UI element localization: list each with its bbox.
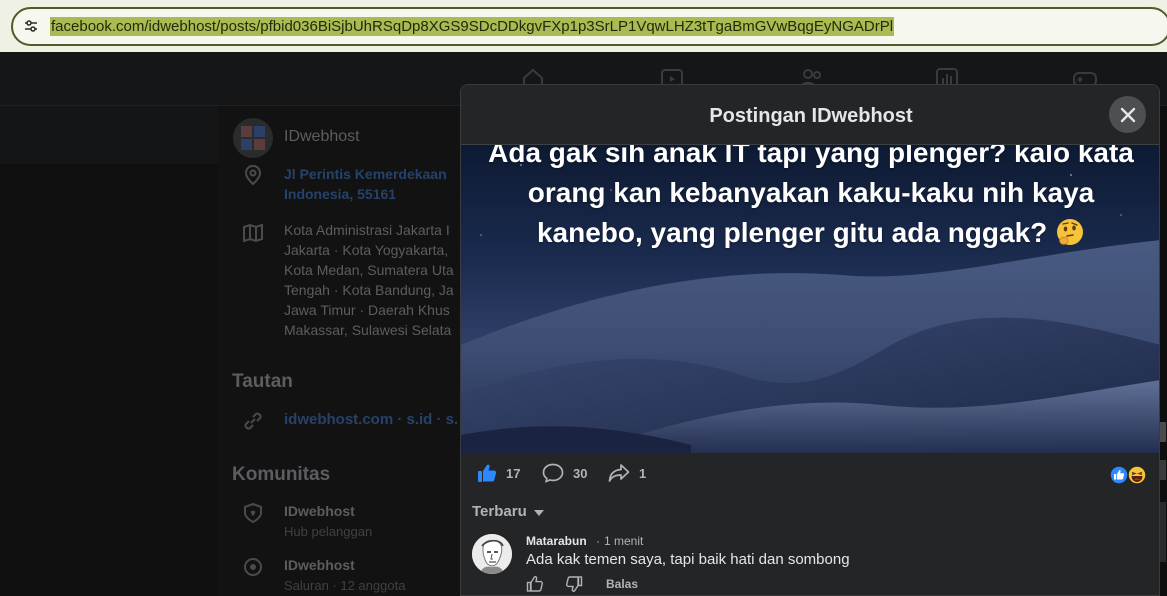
- browser-toolbar: facebook.com/idwebhost/posts/pfbid036BiS…: [0, 0, 1167, 52]
- post-text: Ada gak sih anak IT tapi yang plenger? k…: [481, 145, 1141, 253]
- page-intro-column: IDwebhost Jl Perintis Kemerdekaan Indone…: [218, 106, 478, 596]
- shield-heart-icon: [244, 502, 262, 524]
- comment-separator: ·: [596, 534, 600, 548]
- address-bar[interactable]: facebook.com/idwebhost/posts/pfbid036BiS…: [11, 7, 1167, 46]
- close-icon: [1120, 107, 1135, 122]
- sort-label: Terbaru: [472, 503, 527, 520]
- modal-header: Postingan IDwebhost: [461, 85, 1159, 145]
- like-button[interactable]: 17: [477, 463, 520, 483]
- website-links[interactable]: idwebhost.com · s.id · s.: [284, 410, 484, 430]
- post-actions: 17 30 1: [461, 453, 1159, 495]
- comment-sort-dropdown[interactable]: Terbaru: [472, 503, 544, 520]
- comment-icon: [542, 463, 564, 483]
- comment-text: Ada kak temen saya, tapi baik hati dan s…: [526, 551, 850, 568]
- close-button[interactable]: [1109, 96, 1146, 133]
- link-icon: [244, 412, 262, 430]
- thumb-up-outline-icon[interactable]: [526, 575, 544, 593]
- comment-count: 30: [573, 465, 588, 481]
- share-button[interactable]: 1: [608, 463, 646, 483]
- community-item-2-name[interactable]: IDwebhost: [284, 555, 484, 575]
- sketch-face-avatar-icon: [472, 534, 512, 574]
- share-count: 1: [639, 465, 647, 481]
- post-image[interactable]: Ada gak sih anak IT tapi yang plenger? k…: [461, 145, 1159, 453]
- broadcast-icon: [244, 558, 262, 576]
- reaction-summary[interactable]: [1109, 465, 1149, 485]
- page-avatar[interactable]: [233, 118, 273, 158]
- map-icon: [243, 223, 263, 243]
- commenter-avatar[interactable]: [472, 534, 512, 574]
- thumb-down-outline-icon[interactable]: [565, 575, 583, 593]
- modal-title: Postingan IDwebhost: [709, 105, 913, 127]
- comment-button[interactable]: 30: [542, 463, 587, 483]
- comment-time[interactable]: 1 menit: [604, 534, 643, 548]
- settings-sliders-icon[interactable]: [24, 19, 38, 33]
- page-name[interactable]: IDwebhost: [284, 128, 360, 146]
- background-right-edge: [1160, 422, 1166, 562]
- post-modal: Postingan IDwebhost Ada gak sih anak IT …: [460, 84, 1160, 596]
- left-panel-strip: [0, 106, 218, 164]
- page-address[interactable]: Jl Perintis Kemerdekaan Indonesia, 55161: [284, 164, 484, 204]
- community-item-1-sub: Hub pelanggan: [284, 524, 373, 539]
- url-text[interactable]: facebook.com/idwebhost/posts/pfbid036BiS…: [50, 17, 895, 36]
- like-icon: [478, 464, 497, 482]
- like-count: 17: [506, 465, 521, 481]
- community-item-1-name[interactable]: IDwebhost: [284, 501, 484, 521]
- share-icon: [608, 464, 630, 482]
- comment-author[interactable]: Matarabun: [526, 534, 587, 548]
- links-heading: Tautan: [232, 371, 293, 392]
- caret-down-icon: [533, 510, 544, 516]
- thinking-face-emoji: [1057, 219, 1084, 245]
- reaction-haha-icon: [1127, 465, 1147, 485]
- community-heading: Komunitas: [232, 464, 331, 485]
- comment-item: Matarabun · 1 menit Ada kak temen saya, …: [472, 533, 1152, 595]
- reply-button[interactable]: Balas: [606, 577, 638, 591]
- community-item-2-sub: Saluran · 12 anggota: [284, 578, 406, 593]
- post-text-content: Ada gak sih anak IT tapi yang plenger? k…: [488, 145, 1134, 248]
- location-pin-icon: [244, 164, 262, 186]
- left-panel: [0, 106, 218, 596]
- service-areas: Kota Administrasi Jakarta I Jakarta · Ko…: [284, 222, 454, 338]
- reaction-like-icon: [1109, 465, 1129, 485]
